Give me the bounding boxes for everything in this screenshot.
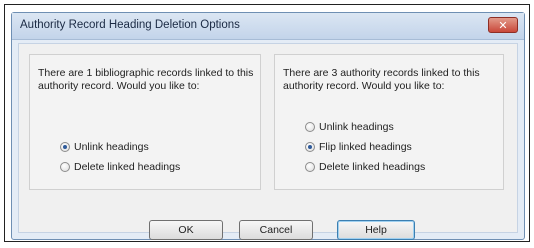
left-option-delete-linked-headings[interactable]: Delete linked headings [60,161,180,173]
help-button[interactable]: Help [337,220,415,240]
right-option-flip-linked-headings[interactable]: Flip linked headings [305,141,412,153]
right-option-delete-linked-headings[interactable]: Delete linked headings [305,161,425,173]
close-button[interactable]: ✕ [488,17,518,33]
option-label: Flip linked headings [319,141,412,153]
option-label: Delete linked headings [319,161,426,173]
option-label: Unlink headings [74,141,149,153]
radio-button-icon[interactable] [305,122,315,132]
deletion-options-dialog: Authority Record Heading Deletion Option… [11,12,525,240]
dialog-title: Authority Record Heading Deletion Option… [20,19,240,31]
left-option-unlink-headings[interactable]: Unlink headings [60,141,149,153]
bibliographic-records-group: There are 1 bibliographic records linked… [29,54,261,190]
title-bar[interactable]: Authority Record Heading Deletion Option… [12,13,524,40]
radio-button-icon[interactable] [305,162,315,172]
radio-button-icon[interactable] [60,162,70,172]
close-icon: ✕ [498,19,508,32]
right-option-unlink-headings[interactable]: Unlink headings [305,121,394,133]
option-label: Unlink headings [319,121,394,133]
bibliographic-prompt: There are 1 bibliographic records linked… [38,67,254,92]
option-label: Delete linked headings [74,161,181,173]
radio-button-icon[interactable] [305,142,315,152]
cancel-button[interactable]: Cancel [239,220,313,240]
authority-prompt: There are 3 authority records linked to … [283,67,480,92]
radio-button-icon[interactable] [60,142,70,152]
authority-records-group: There are 3 authority records linked to … [274,54,504,190]
ok-button[interactable]: OK [149,220,223,240]
dialog-body: There are 1 bibliographic records linked… [18,43,518,240]
